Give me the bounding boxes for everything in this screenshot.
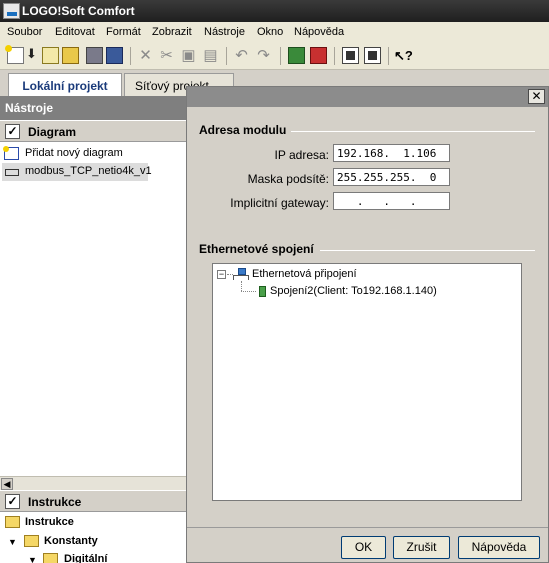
- logo-icon: [3, 3, 20, 19]
- ethernet-network-icon: [233, 268, 249, 281]
- toolbar-separator: [226, 47, 227, 65]
- expand-arrow-icon[interactable]: ▼: [28, 555, 37, 563]
- undo-icon[interactable]: ↶: [233, 47, 250, 64]
- menu-format[interactable]: Formát: [106, 26, 141, 38]
- tools-header: Nástroje: [0, 96, 186, 120]
- connection-item[interactable]: Spojení2(Client: To192.168.1.140): [270, 285, 437, 297]
- toolbar-separator: [130, 47, 131, 65]
- default-gateway-field[interactable]: . . .: [333, 192, 450, 210]
- module-address-dialog: ✕ Adresa modulu IP adresa: 192.168. 1.10…: [186, 86, 549, 563]
- logo-to-pc-icon[interactable]: [310, 47, 327, 64]
- scroll-left-arrow[interactable]: ◀: [1, 478, 13, 490]
- online-test-icon[interactable]: [342, 47, 359, 64]
- dialog-title-bar: ✕: [187, 87, 548, 107]
- menu-zobrazit[interactable]: Zobrazit: [152, 26, 192, 38]
- tab-local-project[interactable]: Lokální projekt: [8, 73, 122, 97]
- diagram-item-modbus[interactable]: modbus_TCP_netio4k_v1: [2, 163, 152, 181]
- menu-soubor[interactable]: Soubor: [7, 26, 42, 38]
- group-divider: [291, 131, 535, 132]
- menu-bar: Soubor Editovat Formát Zobrazit Nástroje…: [0, 22, 549, 42]
- add-diagram-label: Přidat nový diagram: [25, 147, 123, 159]
- download-icon[interactable]: [24, 46, 41, 64]
- redo-icon[interactable]: ↷: [255, 47, 272, 64]
- ethernet-connections-tree[interactable]: − Ethernetová připojení Spojení2(Client:…: [212, 263, 522, 501]
- subnet-mask-label: Maska podsítě:: [247, 172, 329, 186]
- group-divider: [320, 250, 535, 251]
- menu-nastroje[interactable]: Nástroje: [204, 26, 245, 38]
- new-diagram-icon: [3, 146, 19, 160]
- paste-icon[interactable]: ▤: [202, 47, 219, 64]
- left-pane: Nástroje ✓ Diagram Přidat nový diagram m…: [0, 96, 186, 563]
- instructions-section-header[interactable]: ✓ Instrukce: [0, 490, 186, 512]
- add-diagram-item[interactable]: Přidat nový diagram: [3, 145, 184, 163]
- connection-icon: [256, 285, 268, 297]
- collapse-checkbox[interactable]: ✓: [5, 494, 20, 509]
- print-icon[interactable]: [106, 47, 123, 64]
- pc-to-logo-icon[interactable]: [288, 47, 305, 64]
- diagram-network-icon: [4, 165, 19, 178]
- diagram-section-header[interactable]: ✓ Diagram: [0, 120, 186, 142]
- default-gateway-label: Implicitní gateway:: [230, 196, 329, 210]
- collapse-checkbox[interactable]: ✓: [5, 124, 20, 139]
- tree-item-digitalni[interactable]: Digitální: [64, 553, 107, 563]
- scissors-icon[interactable]: ✂: [158, 47, 175, 64]
- tree-item-instrukce[interactable]: Instrukce: [25, 516, 74, 528]
- cancel-button[interactable]: Zrušit: [393, 536, 450, 559]
- copy-icon[interactable]: ▣: [180, 47, 197, 64]
- menu-napoveda[interactable]: Nápověda: [294, 26, 344, 38]
- dialog-button-bar: OK Zrušit Nápověda: [187, 527, 548, 562]
- menu-editovat[interactable]: Editovat: [55, 26, 95, 38]
- horizontal-scrollbar[interactable]: ◀: [0, 476, 186, 490]
- module-address-group-label: Adresa modulu: [199, 123, 287, 137]
- tree-item-konstanty[interactable]: Konstanty: [44, 535, 98, 547]
- diagram-item-label: modbus_TCP_netio4k_v1: [25, 165, 152, 177]
- tree-connector: [241, 281, 242, 291]
- ip-address-label: IP adresa:: [274, 148, 329, 162]
- new-diagram-icon[interactable]: [5, 45, 24, 64]
- open-folder-icon[interactable]: [62, 47, 79, 64]
- subnet-mask-field[interactable]: 255.255.255. 0: [333, 168, 450, 186]
- toolbar: ✕ ✂ ▣ ▤ ↶ ↷ ↖?: [0, 42, 549, 70]
- close-icon[interactable]: ✕: [528, 89, 545, 104]
- instructions-section-label: Instrukce: [28, 495, 82, 509]
- ip-address-field[interactable]: 192.168. 1.106: [333, 144, 450, 162]
- toolbar-separator: [388, 47, 389, 65]
- save-icon[interactable]: [86, 47, 103, 64]
- help-button[interactable]: Nápověda: [458, 536, 540, 559]
- ethernet-connections-root[interactable]: Ethernetová připojení: [252, 268, 357, 280]
- cut-icon[interactable]: ✕: [137, 47, 154, 64]
- diagram-section-label: Diagram: [28, 125, 77, 139]
- import-icon[interactable]: [42, 47, 59, 64]
- screen-icon[interactable]: [364, 47, 381, 64]
- tree-connector: [241, 291, 256, 292]
- app-title: LOGO!Soft Comfort: [22, 4, 135, 18]
- folder-icon: [24, 535, 39, 547]
- app-title-bar: LOGO!Soft Comfort: [0, 0, 549, 22]
- context-help-icon[interactable]: ↖?: [394, 47, 413, 64]
- expand-arrow-icon[interactable]: ▼: [8, 537, 17, 547]
- toolbar-separator: [280, 47, 281, 65]
- menu-okno[interactable]: Okno: [257, 26, 283, 38]
- folder-icon: [43, 553, 58, 563]
- ethernet-group-label: Ethernetové spojení: [199, 242, 314, 256]
- folder-icon: [5, 516, 20, 528]
- ok-button[interactable]: OK: [341, 536, 386, 559]
- toolbar-separator: [334, 47, 335, 65]
- collapse-expander[interactable]: −: [217, 270, 226, 279]
